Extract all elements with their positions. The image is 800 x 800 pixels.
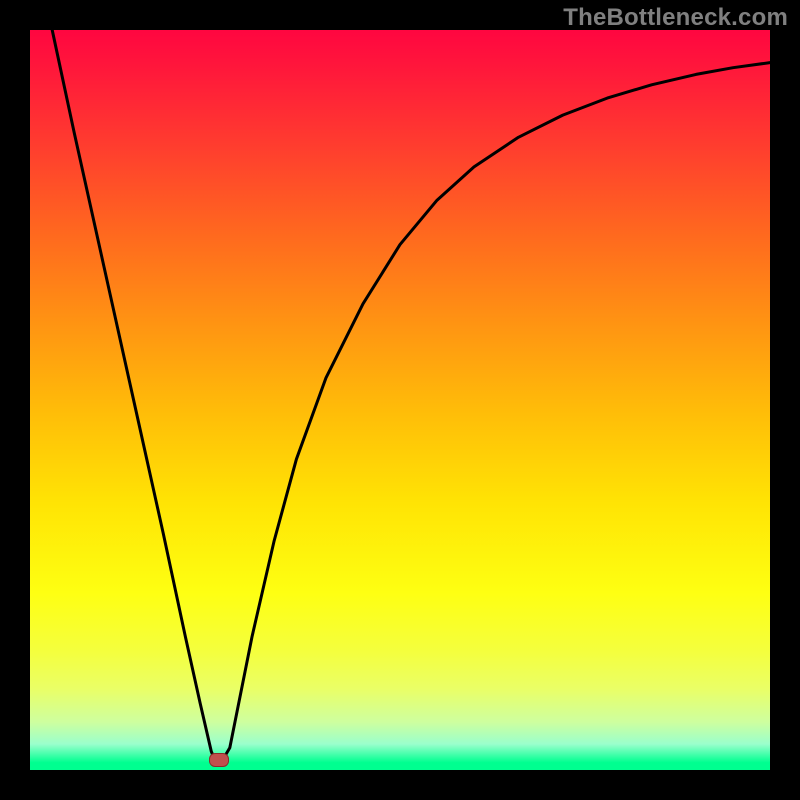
chart-frame: TheBottleneck.com <box>0 0 800 800</box>
watermark-text: TheBottleneck.com <box>563 4 788 32</box>
bottleneck-curve <box>52 30 770 760</box>
optimal-point-marker <box>209 753 229 767</box>
chart-plot-area <box>30 30 770 770</box>
chart-curve-svg <box>30 30 770 770</box>
